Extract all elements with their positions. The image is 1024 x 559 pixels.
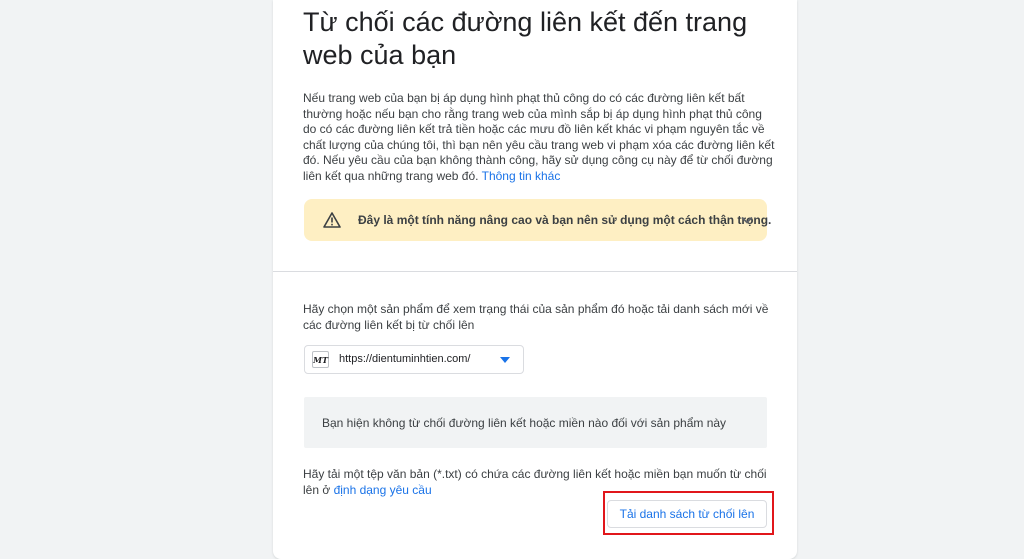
warning-text: Đây là một tính năng nâng cao và bạn nên… bbox=[358, 213, 772, 227]
warning-triangle-icon bbox=[323, 212, 341, 228]
warning-banner[interactable]: Đây là một tính năng nâng cao và bạn nên… bbox=[304, 199, 771, 241]
page-description: Nếu trang web của bạn bị áp dụng hình ph… bbox=[303, 91, 778, 185]
section-divider bbox=[273, 271, 797, 272]
site-favicon-icon: MT bbox=[312, 351, 329, 368]
disavow-card: Từ chối các đường liên kết đến trang web… bbox=[273, 0, 797, 559]
status-box: Bạn hiện không từ chối đường liên kết ho… bbox=[304, 397, 767, 448]
status-text: Bạn hiện không từ chối đường liên kết ho… bbox=[322, 416, 727, 430]
page-title: Từ chối các đường liên kết đến trang web… bbox=[303, 7, 748, 70]
format-link[interactable]: định dạng yêu cầu bbox=[334, 483, 432, 497]
property-prompt: Hãy chọn một sản phẩm để xem trạng thái … bbox=[303, 302, 769, 332]
dropdown-arrow-icon bbox=[500, 357, 510, 363]
property-select[interactable]: MT https://dientuminhtien.com/ bbox=[304, 345, 524, 374]
chevron-down-icon[interactable] bbox=[741, 215, 753, 225]
more-info-link[interactable]: Thông tin khác bbox=[482, 169, 561, 183]
upload-instructions: Hãy tải một tệp văn bản (*.txt) có chứa … bbox=[303, 466, 773, 498]
upload-disavow-list-button[interactable]: Tải danh sách từ chối lên bbox=[607, 500, 767, 528]
property-select-value: https://dientuminhtien.com/ bbox=[339, 353, 471, 365]
